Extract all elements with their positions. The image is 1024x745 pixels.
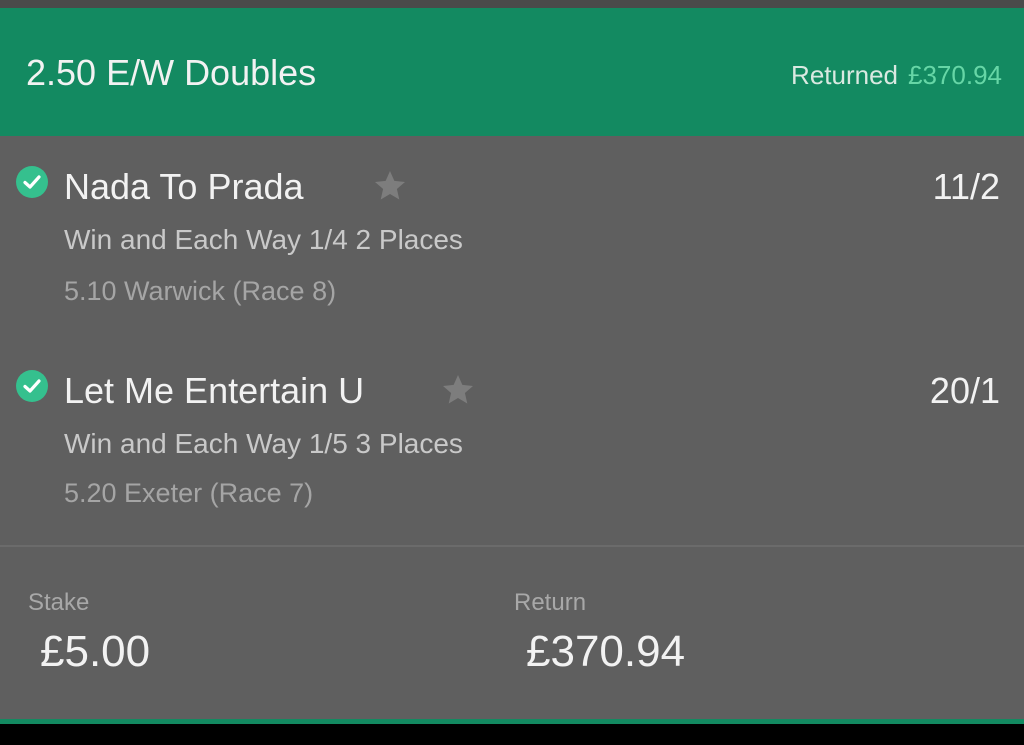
event-description: 5.20 Exeter (Race 7) — [64, 478, 314, 508]
star-icon[interactable] — [372, 168, 408, 204]
runner-name: Nada To Prada — [64, 166, 304, 207]
returned-summary: Returned £370.94 — [791, 60, 1002, 91]
selection-item: Let Me Entertain U 20/1 Win and Each Way… — [0, 344, 1024, 544]
odds: 11/2 — [932, 166, 1000, 207]
runner-name: Let Me Entertain U — [64, 370, 365, 411]
check-circle-icon — [16, 166, 48, 198]
selection-item: Nada To Prada 11/2 Win and Each Way 1/4 … — [0, 140, 1024, 340]
return-label: Return — [514, 589, 587, 616]
stake-value: £5.00 — [40, 627, 151, 676]
top-strip — [0, 0, 1024, 8]
bet-receipt-screen: 2.50 E/W Doubles Returned £370.94 Nada To… — [0, 0, 1024, 745]
stake-return-footer: Stake £5.00 Return £370.94 — [0, 547, 1024, 719]
market-description: Win and Each Way 1/5 3 Places — [64, 428, 463, 459]
return-value: £370.94 — [526, 627, 686, 676]
returned-amount: £370.94 — [908, 60, 1002, 90]
stake-label: Stake — [28, 589, 90, 616]
market-description: Win and Each Way 1/4 2 Places — [64, 224, 463, 255]
event-description: 5.10 Warwick (Race 8) — [64, 276, 337, 306]
check-circle-icon — [16, 370, 48, 402]
returned-label: Returned — [791, 60, 899, 90]
odds: 20/1 — [929, 370, 1000, 411]
bottom-bar — [0, 724, 1024, 745]
star-icon[interactable] — [440, 372, 476, 408]
bet-type-title: 2.50 E/W Doubles — [26, 52, 317, 93]
bet-header: 2.50 E/W Doubles Returned £370.94 — [0, 8, 1024, 136]
